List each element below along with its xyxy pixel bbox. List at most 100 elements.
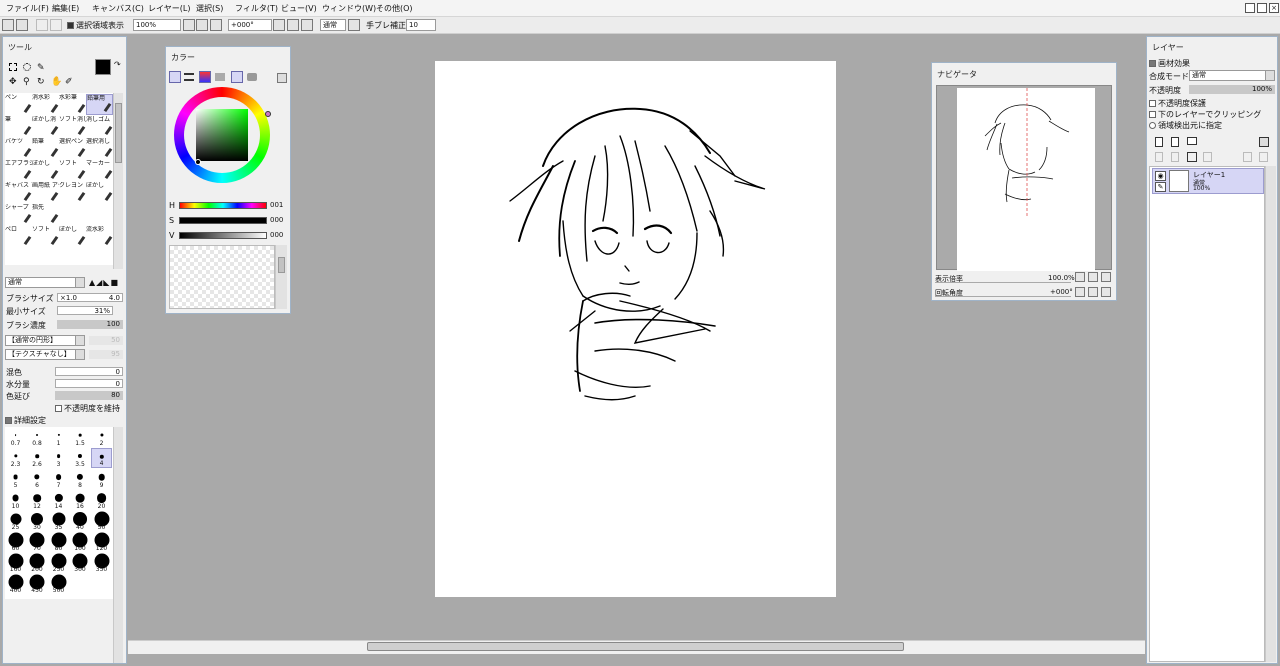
- close-icon[interactable]: ×: [1269, 3, 1279, 13]
- tool-cell[interactable]: 画用紙 アクリル: [32, 182, 59, 203]
- menu-edit[interactable]: 編集(E): [52, 3, 79, 14]
- delete-layer-icon[interactable]: [1203, 152, 1212, 162]
- details-toggle[interactable]: 詳細設定: [5, 415, 46, 426]
- brush-size-option[interactable]: 14: [48, 490, 69, 510]
- drawing-canvas[interactable]: [435, 61, 836, 597]
- nav-zoom-in-icon[interactable]: [1088, 272, 1098, 282]
- palette-scrollbar[interactable]: [275, 245, 287, 309]
- tool-cell[interactable]: 指先: [32, 204, 59, 225]
- menu-canvas[interactable]: キャンバス(C): [92, 3, 144, 14]
- palette-scroll-thumb[interactable]: [278, 257, 285, 273]
- tool-cell[interactable]: ギャバス アクリル: [5, 182, 32, 203]
- menu-other[interactable]: その他(O): [376, 3, 413, 14]
- brush-size-option[interactable]: 2.6: [27, 448, 48, 468]
- layer-list-scrollbar[interactable]: [1265, 166, 1276, 662]
- move-icon[interactable]: ✥: [9, 77, 17, 87]
- brush-size-option[interactable]: 500: [48, 574, 69, 594]
- water-field[interactable]: 0: [55, 379, 123, 388]
- tool-cell[interactable]: マーカー: [86, 160, 113, 181]
- tool-cell[interactable]: ソフト消し: [59, 116, 86, 137]
- tool-cell[interactable]: シャープ: [5, 204, 32, 225]
- clipping-toggle[interactable]: 下のレイヤーでクリッピング: [1149, 109, 1261, 120]
- menu-file[interactable]: ファイル(F): [6, 3, 49, 14]
- rect-select-icon[interactable]: [9, 63, 17, 71]
- navigator-preview[interactable]: [936, 85, 1112, 271]
- horizontal-scroll-thumb[interactable]: [367, 642, 904, 651]
- color-wheel-tab[interactable]: [169, 71, 181, 83]
- brush-size-field[interactable]: ×1.0 4.0: [57, 293, 123, 302]
- brush-size-option[interactable]: 200: [27, 553, 48, 573]
- texture-strength[interactable]: 95: [89, 350, 123, 359]
- eye-icon[interactable]: ◉: [1155, 171, 1166, 181]
- lasso-icon[interactable]: [23, 63, 31, 71]
- zoom-reset-icon[interactable]: [210, 19, 222, 31]
- brush-size-option[interactable]: 100: [70, 532, 91, 552]
- tool-cell[interactable]: ぼかし: [59, 226, 86, 247]
- sv-picker-handle[interactable]: [195, 159, 201, 165]
- restore-icon[interactable]: [1257, 3, 1267, 13]
- rotate-reset-icon[interactable]: [301, 19, 313, 31]
- merge-visible-icon[interactable]: [1243, 152, 1252, 162]
- hsv-slider-tab[interactable]: [199, 71, 211, 83]
- size-grid-scrollbar[interactable]: [113, 427, 123, 663]
- menu-window[interactable]: ウィンドウ(W): [322, 3, 376, 14]
- brush-size-option[interactable]: 350: [91, 553, 112, 573]
- tool-cell[interactable]: 鉛筆: [32, 138, 59, 159]
- brush-size-option[interactable]: 3.5: [70, 448, 91, 468]
- hue-slider[interactable]: [179, 202, 267, 209]
- brush-size-option[interactable]: 450: [27, 574, 48, 594]
- brush-size-option[interactable]: 6: [27, 469, 48, 489]
- brush-size-option[interactable]: 4: [91, 448, 112, 468]
- texture-select[interactable]: 【テクスチャなし】: [5, 349, 85, 360]
- foreground-color-swatch[interactable]: [95, 59, 111, 75]
- layer-effects-toggle[interactable]: 画材効果: [1149, 58, 1190, 69]
- layer-menu-icon[interactable]: [1259, 137, 1269, 147]
- hand-icon[interactable]: ✋: [51, 77, 62, 87]
- nav-rotate-left-icon[interactable]: [1075, 287, 1085, 297]
- rotation-select[interactable]: +000°: [228, 19, 272, 31]
- layer-blend-select[interactable]: 通常: [1189, 70, 1275, 81]
- brush-size-option[interactable]: 2.3: [5, 448, 26, 468]
- layer-opacity-slider[interactable]: 100%: [1189, 85, 1275, 94]
- brush-size-option[interactable]: 25: [5, 511, 26, 531]
- brush-size-option[interactable]: 5: [5, 469, 26, 489]
- tool-cell[interactable]: 流水彩: [86, 226, 113, 247]
- keep-opacity-toggle[interactable]: 不透明度を維持: [55, 403, 120, 414]
- flip-icon[interactable]: [348, 19, 360, 31]
- menu-view[interactable]: ビュー(V): [281, 3, 317, 14]
- tool-cell[interactable]: 消水彩: [32, 94, 59, 115]
- tool-cell[interactable]: ぼかし消: [32, 116, 59, 137]
- brush-size-option[interactable]: 50: [91, 511, 112, 531]
- rgb-slider-tab[interactable]: [184, 73, 194, 81]
- tool-grid-scroll-thumb[interactable]: [115, 103, 122, 163]
- brush-size-option[interactable]: 1: [48, 427, 69, 447]
- stabilizer-select[interactable]: 10: [406, 19, 436, 31]
- new-layer-icon[interactable]: [1155, 137, 1163, 147]
- tool-cell[interactable]: バケツ: [5, 138, 32, 159]
- brush-size-option[interactable]: 9: [91, 469, 112, 489]
- brush-size-option[interactable]: 7: [48, 469, 69, 489]
- brush-size-option[interactable]: 250: [48, 553, 69, 573]
- brush-size-option[interactable]: 30: [27, 511, 48, 531]
- zoom-out-icon[interactable]: [183, 19, 195, 31]
- mix-field[interactable]: 0: [55, 367, 123, 376]
- brush-size-option[interactable]: 400: [5, 574, 26, 594]
- swatch-tab[interactable]: [215, 73, 225, 81]
- menu-filter[interactable]: フィルタ(T): [235, 3, 278, 14]
- hue-picker-handle[interactable]: [265, 111, 271, 117]
- new-folder-icon[interactable]: [1187, 137, 1197, 145]
- zoom-select[interactable]: 100%: [133, 19, 181, 31]
- brush-blend-select[interactable]: 通常: [5, 277, 85, 288]
- zoom-in-icon[interactable]: [196, 19, 208, 31]
- nav-rotation-slider[interactable]: [935, 296, 1071, 299]
- tool-cell[interactable]: エアブラシ: [5, 160, 32, 181]
- palette-tab[interactable]: [231, 71, 243, 83]
- brush-size-option[interactable]: 80: [48, 532, 69, 552]
- blend-mode-button[interactable]: 通常: [320, 19, 346, 31]
- color-panel-menu-icon[interactable]: [277, 73, 287, 83]
- merge-down-icon[interactable]: [1171, 152, 1179, 162]
- tool-cell[interactable]: 鉛筆用: [86, 94, 113, 115]
- eyedropper-icon[interactable]: ✐: [65, 77, 73, 87]
- brush-size-option[interactable]: 0.8: [27, 427, 48, 447]
- brush-size-option[interactable]: 300: [70, 553, 91, 573]
